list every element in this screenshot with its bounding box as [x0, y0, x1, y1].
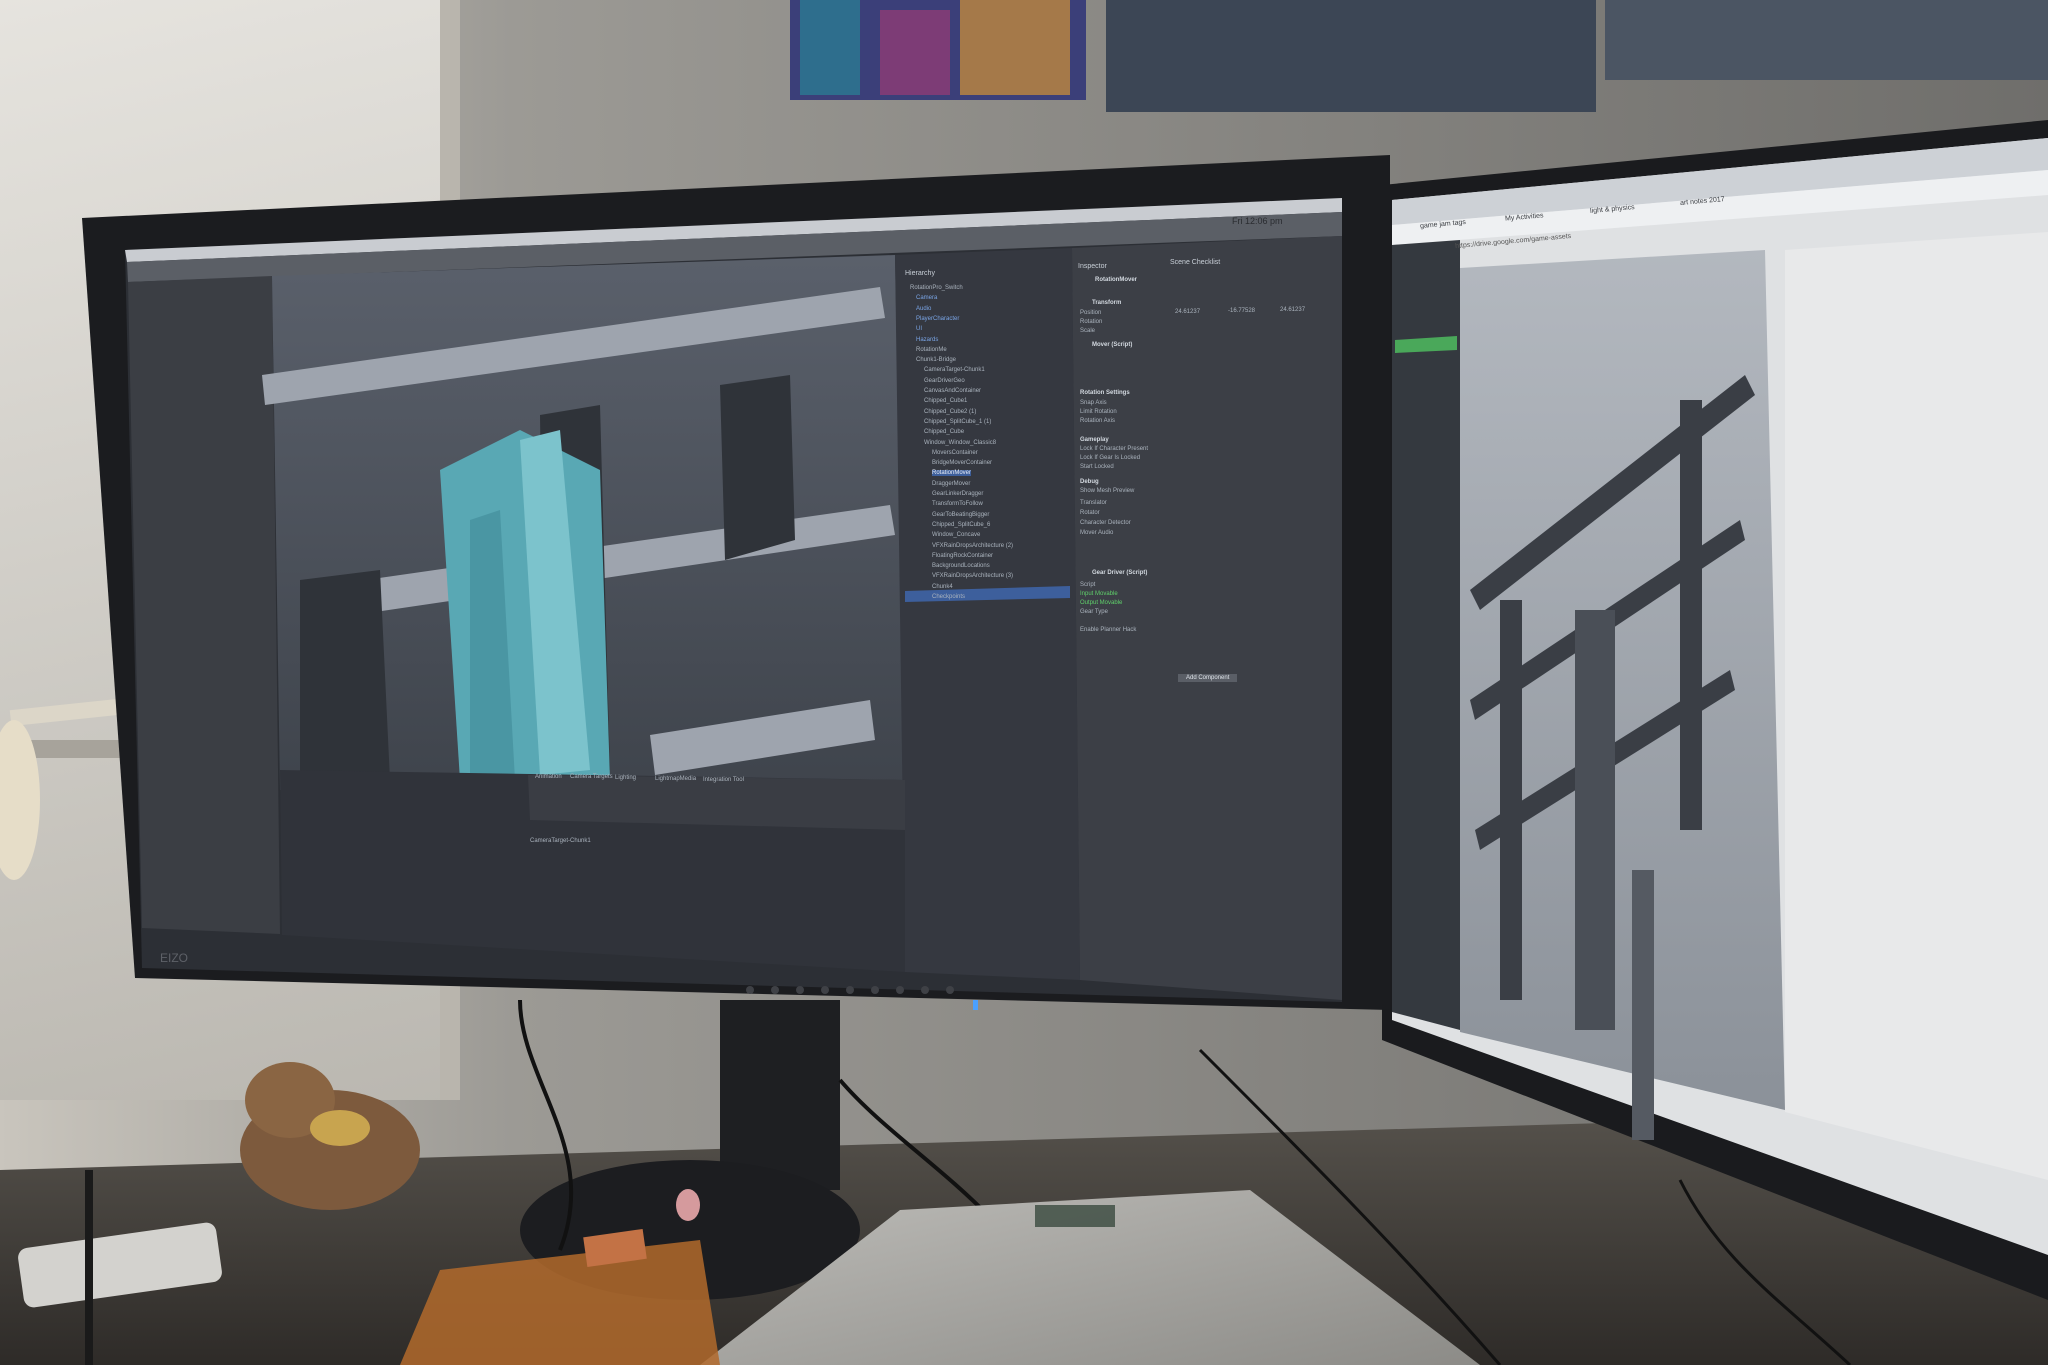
limit-rotation-label: Limit Rotation — [1080, 409, 1117, 415]
gear-type-label: Gear Type — [1080, 609, 1108, 615]
lock-if-gear-label: Lock If Gear Is Locked — [1080, 455, 1141, 461]
enable-planner-label: Enable Planner Hack — [1080, 627, 1137, 633]
position-x: 24.61237 — [1175, 309, 1201, 315]
hierarchy-item[interactable]: Chipped_Cube1 — [924, 398, 967, 404]
hierarchy-item[interactable]: VFXRainDropsArchitecture (2) — [932, 543, 1013, 549]
tab-lightmap-media[interactable]: LightmapMedia — [655, 776, 696, 782]
rotation-axis-label: Rotation Axis — [1080, 418, 1116, 424]
start-locked-label: Start Locked — [1080, 464, 1114, 470]
gameplay-header: Gameplay — [1080, 437, 1109, 443]
hierarchy-item[interactable]: DraggerMover — [932, 481, 970, 487]
monitor-buttons — [746, 986, 954, 994]
scale-label: Scale — [1080, 328, 1096, 334]
lock-if-character-label: Lock If Character Present — [1080, 446, 1149, 452]
hierarchy-item[interactable]: UI — [916, 326, 922, 332]
position-y: -16.77528 — [1228, 308, 1256, 314]
mover-audio-foldout[interactable]: Mover Audio — [1080, 530, 1113, 536]
hierarchy-item[interactable]: RotationPro_Switch — [910, 285, 963, 291]
pen — [85, 1170, 93, 1365]
small-figure — [676, 1189, 700, 1221]
hierarchy-item[interactable]: Chipped_SplitCube_6 — [932, 522, 990, 528]
hierarchy-item[interactable]: Camera — [916, 295, 937, 301]
tab-lighting[interactable]: Lighting — [615, 775, 636, 781]
hierarchy-item[interactable]: PlayerCharacter — [916, 316, 959, 322]
tab-animation[interactable]: Animation — [535, 774, 562, 780]
hierarchy-item[interactable]: BridgeMoverContainer — [932, 460, 992, 466]
hierarchy-item[interactable]: Chipped_Cube — [924, 429, 964, 435]
debug-header: Debug — [1080, 479, 1099, 485]
position-label: Position — [1080, 310, 1102, 316]
hierarchy-item[interactable]: Window_Concave — [932, 532, 980, 538]
output-movable-label: Output Movable — [1080, 600, 1123, 606]
tab-integration-tool[interactable]: Integration Tool — [703, 777, 744, 783]
rotation-settings-header: Rotation Settings — [1080, 390, 1130, 396]
script-label: Script — [1080, 582, 1096, 588]
scene-checklist-title: Scene Checklist — [1170, 259, 1221, 266]
hierarchy-item[interactable]: CameraTarget-Chunk1 — [924, 367, 985, 373]
rotator-foldout[interactable]: Rotator — [1080, 510, 1100, 516]
hierarchy-item[interactable]: GearLinkerDragger — [932, 491, 983, 497]
hierarchy-item[interactable]: GearToBeatingBigger — [932, 512, 989, 518]
unity-inspector-panel — [1072, 236, 1342, 1000]
position-z: 24.61237 — [1280, 307, 1306, 313]
input-movable-label: Input Movable — [1080, 591, 1118, 597]
translator-foldout[interactable]: Translator — [1080, 500, 1107, 506]
hierarchy-item[interactable]: MoversContainer — [932, 450, 978, 456]
poster-right — [1605, 0, 2048, 80]
hierarchy-item[interactable]: Chunk4 — [932, 584, 953, 590]
unity-project-panel — [128, 276, 280, 934]
inspector-object-name: RotationMover — [1095, 277, 1137, 283]
browser-sidebar — [1392, 240, 1460, 1030]
svg-text:EIZO: EIZO — [160, 951, 188, 965]
hierarchy-item[interactable]: Audio — [916, 306, 931, 312]
hierarchy-item[interactable]: Checkpoints — [932, 594, 965, 600]
hierarchy-item[interactable]: RotationMover — [932, 470, 972, 477]
hierarchy-item[interactable]: Chipped_SplitCube_1 (1) — [924, 419, 991, 425]
hierarchy-item[interactable]: TransformToFollow — [932, 501, 983, 507]
inspector-title: Inspector — [1078, 263, 1107, 270]
show-mesh-preview-label: Show Mesh Preview — [1080, 488, 1135, 494]
character-detector-foldout[interactable]: Character Detector — [1080, 520, 1131, 526]
camera-target-label: CameraTarget-Chunk1 — [530, 838, 591, 844]
add-component-button[interactable]: Add Component — [1178, 674, 1238, 682]
rotation-label: Rotation — [1080, 319, 1103, 325]
transform-header: Transform — [1092, 300, 1122, 306]
browser-page-right — [1785, 232, 2048, 1180]
hierarchy-item[interactable]: RotationMe — [916, 347, 947, 353]
unity-clock: Fri 12:06 pm — [1232, 216, 1283, 226]
hierarchy-item[interactable]: CanvasAndContainer — [924, 388, 981, 394]
poster-blueprint — [1106, 0, 1596, 112]
hierarchy-item[interactable]: VFXRainDropsArchitecture (3) — [932, 573, 1013, 579]
snap-axis-label: Snap Axis — [1080, 400, 1107, 406]
hierarchy-item[interactable]: Chipped_Cube2 (1) — [924, 409, 976, 415]
hierarchy-item[interactable]: GearDriverGeo — [924, 378, 965, 384]
hierarchy-item[interactable]: Window_Window_Classic8 — [924, 440, 996, 446]
hierarchy-title: Hierarchy — [905, 270, 935, 277]
desk-scene: EIZO — [0, 0, 2048, 1365]
mover-script-header[interactable]: Mover (Script) — [1092, 342, 1132, 348]
gear-driver-header[interactable]: Gear Driver (Script) — [1092, 570, 1147, 576]
hierarchy-item[interactable]: Chunk1-Bridge — [916, 357, 956, 363]
hierarchy-item[interactable]: Hazards — [916, 337, 938, 343]
tab-camera-targets[interactable]: Camera Targets — [570, 774, 613, 780]
monitor-stand-neck — [720, 1000, 840, 1190]
hierarchy-item[interactable]: BackgroundLocations — [932, 563, 990, 569]
hierarchy-item[interactable]: FloatingRockContainer — [932, 553, 993, 559]
